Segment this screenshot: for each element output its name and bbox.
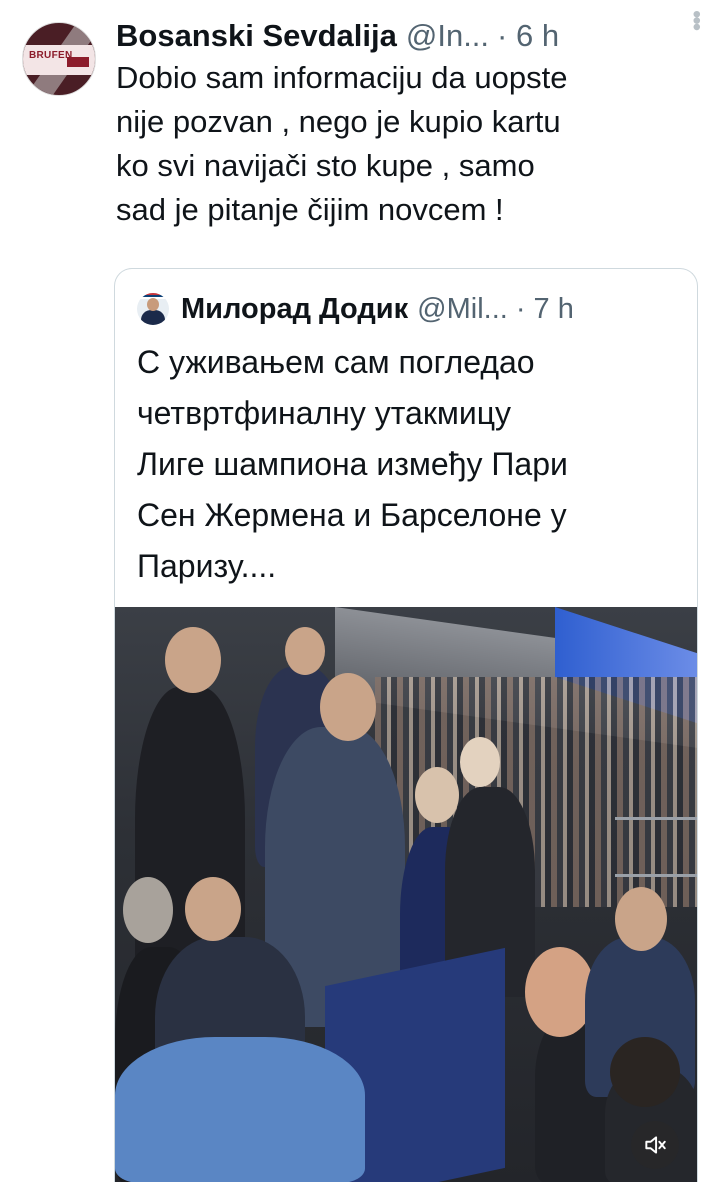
person-head xyxy=(285,627,325,675)
author-avatar[interactable]: BRUFEN xyxy=(22,22,96,96)
quoted-text-line: Лиге шампиона између Пари xyxy=(137,446,568,482)
person-head xyxy=(185,877,241,941)
more-options-icon[interactable]: ••• xyxy=(683,10,710,29)
video-media[interactable] xyxy=(115,607,697,1182)
quoted-tweet-time: · 7 h xyxy=(516,293,574,326)
person-head xyxy=(415,767,459,823)
tweet-header: Bosanski Sevdalija @In... · 6 h xyxy=(116,14,706,58)
person-head xyxy=(615,887,667,951)
person-head xyxy=(123,877,173,943)
tweet-text-line: ko svi navijači sto kupe , samo xyxy=(116,148,535,183)
tweet-text: Dobio sam informaciju da uopste nije poz… xyxy=(116,56,706,232)
separator: · xyxy=(497,18,508,53)
author-name[interactable]: Bosanski Sevdalija xyxy=(116,18,397,54)
person-head xyxy=(610,1037,680,1107)
tweet-text-line: Dobio sam informaciju da uopste xyxy=(116,60,568,95)
person-head xyxy=(320,673,376,741)
suit-graphic xyxy=(141,310,165,325)
time-value: 6 h xyxy=(516,18,560,53)
quoted-author-avatar xyxy=(137,293,169,325)
avatar-text: BRUFEN xyxy=(29,50,73,61)
tweet-text-line: nije pozvan , nego je kupio kartu xyxy=(116,104,561,139)
speaker-muted-icon[interactable] xyxy=(631,1121,679,1169)
person-head xyxy=(165,627,221,693)
quoted-text-line: С уживањем сам погледао xyxy=(137,344,535,380)
face-graphic xyxy=(147,298,159,311)
quoted-tweet[interactable]: Милорад Додик @Mil... · 7 h С уживањем с… xyxy=(114,268,698,1182)
quoted-text-line: Сен Жермена и Барселоне у xyxy=(137,497,567,533)
person-figure xyxy=(115,1037,365,1182)
avatar-tag xyxy=(67,57,89,67)
time-value: 7 h xyxy=(533,292,574,325)
tweet-time[interactable]: · 6 h xyxy=(497,18,559,54)
quoted-tweet-header: Милорад Додик @Mil... · 7 h xyxy=(137,291,574,327)
quoted-text-line: четвртфиналну утакмицу xyxy=(137,395,512,431)
separator: · xyxy=(515,292,526,325)
tweet[interactable]: BRUFEN Bosanski Sevdalija @In... · 6 h •… xyxy=(0,0,720,1182)
speaker-muted-glyph xyxy=(645,1136,666,1154)
quoted-author-name: Милорад Додик xyxy=(181,292,409,325)
tweet-text-line: sad je pitanje čijim novcem ! xyxy=(116,192,504,227)
quoted-text-line: Паризу.... xyxy=(137,548,277,584)
author-handle[interactable]: @In... xyxy=(406,18,489,54)
railing xyxy=(615,817,697,877)
person-head xyxy=(460,737,500,787)
quoted-tweet-text: С уживањем сам погледао четвртфиналну ут… xyxy=(137,337,687,592)
quoted-author-handle: @Mil... xyxy=(417,292,508,325)
